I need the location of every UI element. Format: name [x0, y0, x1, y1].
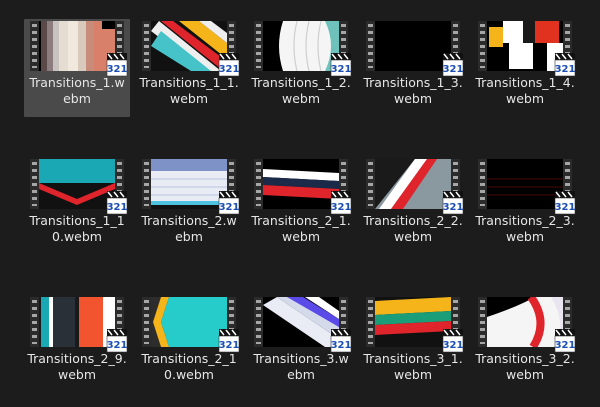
video-thumbnail: 321 [254, 297, 351, 353]
file-item[interactable]: 321 Transitions_1.webm [24, 19, 130, 117]
media-player-badge-icon: 321 [107, 329, 128, 353]
svg-text:321: 321 [555, 202, 576, 213]
media-player-badge-icon: 321 [443, 53, 464, 77]
media-player-badge-icon: 321 [219, 191, 240, 215]
svg-text:321: 321 [555, 64, 576, 75]
file-item[interactable]: 321 Transitions_2_2.webm [360, 157, 466, 255]
file-name: Transitions_2_1.webm [251, 213, 351, 244]
file-name: Transitions_2.webm [141, 213, 237, 244]
media-player-badge-icon: 321 [443, 329, 464, 353]
video-thumbnail: 321 [478, 21, 575, 77]
media-player-badge-icon: 321 [555, 329, 576, 353]
video-thumbnail: 321 [478, 159, 575, 215]
media-player-badge-icon: 321 [331, 329, 352, 353]
media-player-badge-icon: 321 [107, 53, 128, 77]
file-name: Transitions_1_4.webm [475, 75, 575, 106]
video-thumbnail: 321 [254, 21, 351, 77]
media-player-badge-icon: 321 [331, 53, 352, 77]
file-item[interactable]: 321 Transitions_3_1.webm [360, 295, 466, 393]
media-player-badge-icon: 321 [443, 191, 464, 215]
file-item[interactable]: 321 Transitions_1_10.webm [24, 157, 130, 255]
video-thumbnail: 321 [30, 21, 127, 77]
media-player-badge-icon: 321 [219, 53, 240, 77]
svg-text:321: 321 [107, 64, 128, 75]
file-name: Transitions_1_1.webm [139, 75, 239, 106]
media-player-badge-icon: 321 [331, 191, 352, 215]
svg-text:321: 321 [219, 64, 240, 75]
video-thumbnail: 321 [142, 297, 239, 353]
file-item[interactable]: 321 Transitions_2_9.webm [24, 295, 130, 393]
svg-text:321: 321 [331, 340, 352, 351]
file-name: Transitions_1_10.webm [29, 213, 125, 244]
media-player-badge-icon: 321 [555, 53, 576, 77]
svg-text:321: 321 [555, 340, 576, 351]
video-thumbnail: 321 [142, 21, 239, 77]
svg-text:321: 321 [331, 202, 352, 213]
file-item[interactable]: 321 Transitions_2_3.webm [472, 157, 578, 255]
file-item[interactable]: 321 Transitions_3.webm [248, 295, 354, 393]
svg-text:321: 321 [219, 340, 240, 351]
video-thumbnail: 321 [30, 297, 127, 353]
media-player-badge-icon: 321 [555, 191, 576, 215]
svg-text:321: 321 [107, 202, 128, 213]
svg-text:321: 321 [443, 202, 464, 213]
file-item[interactable]: 321 Transitions_1_2.webm [248, 19, 354, 117]
svg-text:321: 321 [331, 64, 352, 75]
video-thumbnail: 321 [478, 297, 575, 353]
file-name: Transitions_2_2.webm [363, 213, 463, 244]
file-item[interactable]: 321 Transitions_1_3.webm [360, 19, 466, 117]
file-item[interactable]: 321 Transitions_3_2.webm [472, 295, 578, 393]
file-name: Transitions_1_2.webm [251, 75, 351, 106]
file-name: Transitions_3.webm [253, 351, 349, 382]
file-item[interactable]: 321 Transitions_2_1.webm [248, 157, 354, 255]
media-player-badge-icon: 321 [107, 191, 128, 215]
file-name: Transitions_2_9.webm [27, 351, 127, 382]
video-thumbnail: 321 [142, 159, 239, 215]
file-name: Transitions_3_1.webm [363, 351, 463, 382]
file-name: Transitions_2_3.webm [475, 213, 575, 244]
video-thumbnail: 321 [366, 159, 463, 215]
file-name: Transitions_1_3.webm [363, 75, 463, 106]
video-thumbnail: 321 [366, 21, 463, 77]
video-thumbnail: 321 [366, 297, 463, 353]
file-grid: 321 Transitions_1.webm 321 Transitions_1… [0, 0, 600, 407]
file-item[interactable]: 321 Transitions_1_4.webm [472, 19, 578, 117]
file-name: Transitions_3_2.webm [475, 351, 575, 382]
svg-text:321: 321 [107, 340, 128, 351]
file-name: Transitions_2_10.webm [141, 351, 237, 382]
media-player-badge-icon: 321 [219, 329, 240, 353]
svg-text:321: 321 [219, 202, 240, 213]
svg-text:321: 321 [443, 340, 464, 351]
file-name: Transitions_1.webm [29, 75, 125, 106]
video-thumbnail: 321 [254, 159, 351, 215]
video-thumbnail: 321 [30, 159, 127, 215]
file-item[interactable]: 321 Transitions_2.webm [136, 157, 242, 255]
svg-text:321: 321 [443, 64, 464, 75]
file-item[interactable]: 321 Transitions_1_1.webm [136, 19, 242, 117]
file-item[interactable]: 321 Transitions_2_10.webm [136, 295, 242, 393]
